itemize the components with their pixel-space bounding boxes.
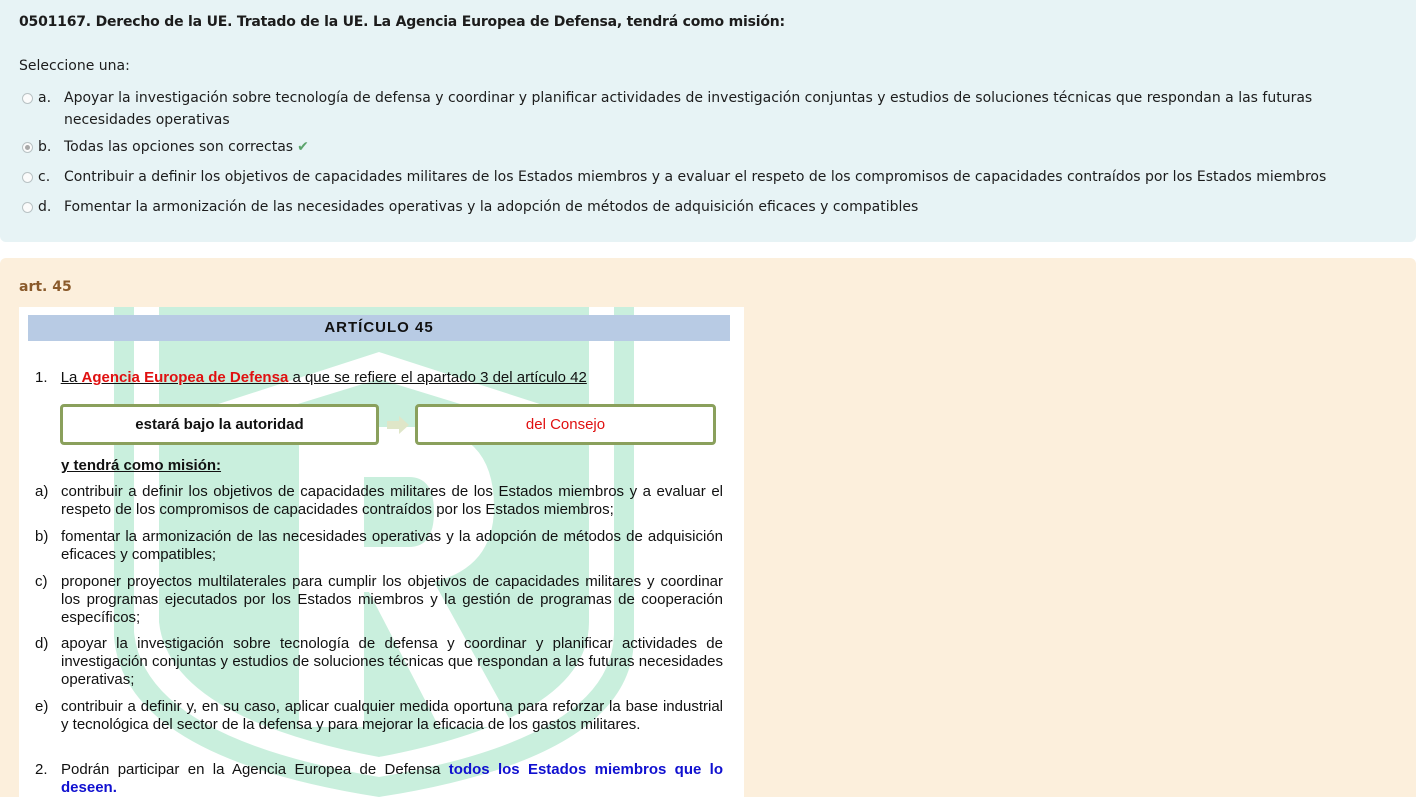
option-b[interactable]: b. Todas las opciones son correctas ✔ xyxy=(22,136,1402,158)
radio-option-a[interactable] xyxy=(22,93,33,104)
option-letter: c. xyxy=(38,169,51,185)
article-image: ARTÍCULO 45 1. La Agencia Europea de Def… xyxy=(19,307,744,797)
paragraph-1-text: La Agencia Europea de Defensa a que se r… xyxy=(61,369,587,386)
item-label: a) xyxy=(35,483,49,500)
list-item: d) apoyar la investigación sobre tecnolo… xyxy=(35,635,723,689)
question-prompt: Seleccione una: xyxy=(19,58,130,74)
option-text-wrap: Todas las opciones son correctas ✔ xyxy=(64,136,1402,158)
item-text: apoyar la investigación sobre tecnología… xyxy=(61,635,723,688)
item-label: d) xyxy=(35,635,49,652)
radio-option-b[interactable] xyxy=(22,142,33,153)
item-text: contribuir a definir y, en su caso, apli… xyxy=(61,698,723,733)
question-title: 0501167. Derecho de la UE. Tratado de la… xyxy=(19,14,785,30)
option-text: Todas las opciones son correctas xyxy=(64,139,294,155)
paragraph-number: 2. xyxy=(35,761,48,778)
p2-pre: Podrán participar en la Agencia Europea … xyxy=(61,761,449,778)
item-text: contribuir a definir los objetivos de ca… xyxy=(61,483,723,518)
paragraph-2: 2. Podrán participar en la Agencia Europ… xyxy=(35,761,723,797)
item-text: proponer proyectos multilaterales para c… xyxy=(61,573,723,626)
option-letter: b. xyxy=(38,139,52,155)
checkmark-icon: ✔ xyxy=(297,139,309,155)
paragraph-number: 1. xyxy=(35,369,48,386)
list-item: a) contribuir a definir los objetivos de… xyxy=(35,483,723,519)
feedback-title: art. 45 xyxy=(19,279,72,295)
option-d[interactable]: d. Fomentar la armonización de las neces… xyxy=(22,196,1402,218)
option-text: Contribuir a definir los objetivos de ca… xyxy=(64,169,1327,185)
paragraph-1: 1. La Agencia Europea de Defensa a que s… xyxy=(35,369,587,387)
option-a[interactable]: a. Apoyar la investigación sobre tecnolo… xyxy=(22,87,1402,131)
council-box: del Consejo xyxy=(415,404,716,445)
item-label: e) xyxy=(35,698,49,715)
option-c[interactable]: c. Contribuir a definir los objetivos de… xyxy=(22,166,1402,188)
paragraph-2-text: Podrán participar en la Agencia Europea … xyxy=(61,761,723,797)
question-panel: 0501167. Derecho de la UE. Tratado de la… xyxy=(0,0,1416,242)
item-text: fomentar la armonización de las necesida… xyxy=(61,528,723,563)
list-item: c) proponer proyectos multilaterales par… xyxy=(35,573,723,627)
radio-option-c[interactable] xyxy=(22,172,33,183)
item-label: c) xyxy=(35,573,48,590)
feedback-panel: art. 45 ARTÍCULO 45 1. La Agencia Europe… xyxy=(0,258,1416,797)
list-item: e) contribuir a definir y, en su caso, a… xyxy=(35,698,723,734)
option-text: Fomentar la armonización de las necesida… xyxy=(64,199,919,215)
agency-name: Agencia Europea de Defensa xyxy=(81,369,289,386)
p1-pre: La xyxy=(60,369,82,386)
p1-post: a que se refiere el apartado 3 del artíc… xyxy=(288,369,587,386)
option-letter: d. xyxy=(38,199,52,215)
mission-heading: y tendrá como misión: xyxy=(61,457,222,474)
option-text: Apoyar la investigación sobre tecnología… xyxy=(64,90,1313,128)
authority-box: estará bajo la autoridad xyxy=(60,404,379,445)
option-letter: a. xyxy=(38,90,52,106)
radio-option-d[interactable] xyxy=(22,202,33,213)
list-item: b) fomentar la armonización de las neces… xyxy=(35,528,723,564)
item-label: b) xyxy=(35,528,49,545)
arrow-right-icon xyxy=(387,416,409,434)
article-header: ARTÍCULO 45 xyxy=(28,315,730,341)
